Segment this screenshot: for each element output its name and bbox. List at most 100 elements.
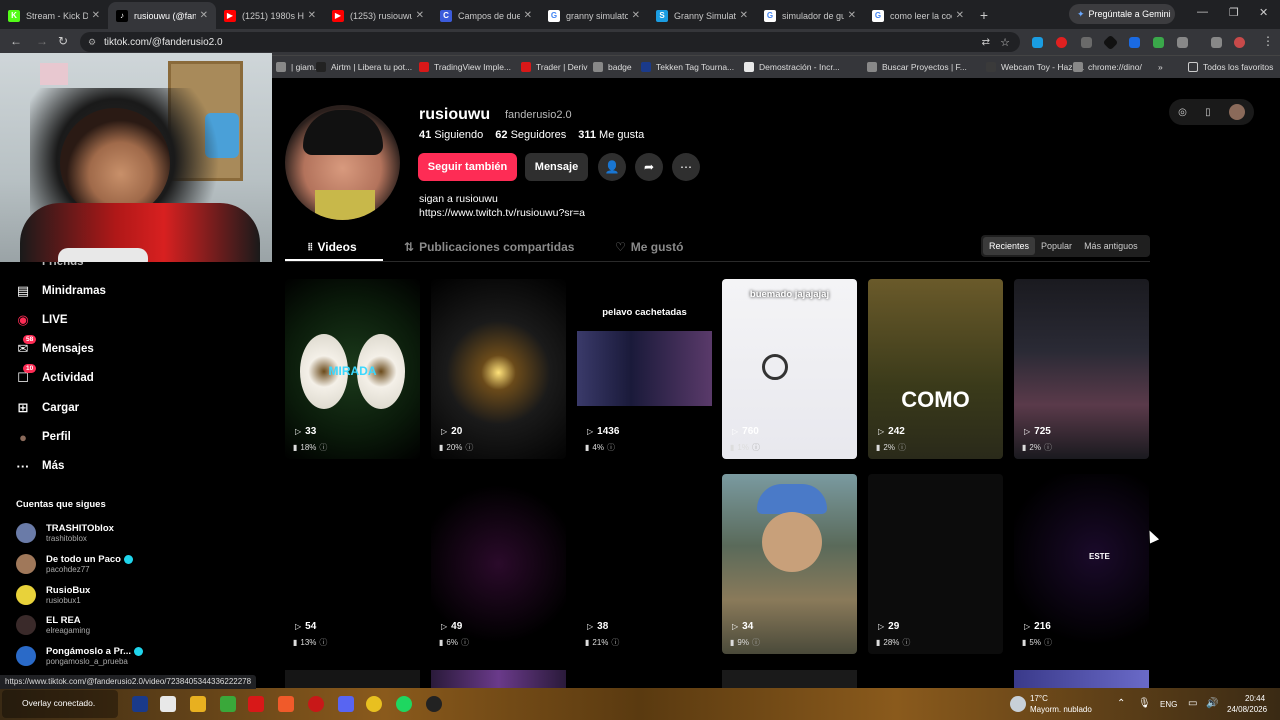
back-icon[interactable]: ← — [10, 34, 22, 48]
close-tab-icon[interactable]: ✕ — [200, 10, 208, 21]
bookmark-item[interactable]: badge — [593, 62, 632, 72]
share-button[interactable]: ➦ — [635, 153, 663, 181]
forward-icon[interactable]: → — [36, 34, 48, 48]
browser-tab[interactable]: ▶ (1251) 1980s Hyp ✕ — [216, 2, 324, 29]
volume-icon[interactable]: 🔊 — [1206, 698, 1218, 709]
close-tab-icon[interactable]: ✕ — [524, 10, 532, 21]
video-card[interactable]: buemado jajajajaj ▷ 760 ▮ 1% ⓘ — [722, 279, 857, 459]
browser-tab[interactable]: ♪ rusiouwu (@fanderusio2.0) ✕ — [108, 2, 216, 29]
tray-chevron-icon[interactable]: ⌃ — [1117, 698, 1125, 709]
bookmark-star-icon[interactable]: ☆ — [1000, 36, 1010, 49]
url-field[interactable]: ⚙ tiktok.com/@fanderusio2.0 ⇄ ☆ — [80, 32, 1020, 52]
compass-icon[interactable]: ◎ — [1178, 107, 1187, 118]
sidebar-item-actividad[interactable]: ☐ 10 Actividad — [14, 364, 94, 387]
bookmark-item[interactable]: Buscar Proyectos | F... — [867, 62, 967, 72]
calculator-icon[interactable] — [160, 696, 176, 712]
sidebar-item-mensajes[interactable]: ✉ 58 Mensajes — [14, 335, 94, 358]
video-card-partial[interactable] — [285, 670, 420, 688]
browser-tab[interactable]: ▶ (1253) rusiouwu ✕ — [324, 2, 432, 29]
deriv-icon[interactable] — [248, 696, 264, 712]
stat-megusta[interactable]: 311 Me gusta — [578, 129, 644, 141]
video-card-partial[interactable] — [722, 670, 857, 688]
bookmark-item[interactable]: TradingView Imple... — [419, 62, 511, 72]
minecraft-icon[interactable] — [220, 696, 236, 712]
video-card[interactable]: MIRADA ▷ 33 ▮ 18% ⓘ — [285, 279, 420, 459]
video-card-partial[interactable] — [431, 670, 566, 688]
sidebar-item-ms[interactable]: ··· Más — [14, 457, 65, 475]
close-tab-icon[interactable]: ✕ — [848, 10, 856, 21]
video-card[interactable]: ▷ 29 ▮ 28% ⓘ — [868, 474, 1003, 654]
extensions-puzzle-icon[interactable] — [1177, 37, 1188, 48]
sidebar-item-perfil[interactable]: ● Perfil — [14, 428, 71, 446]
following-account[interactable]: De todo un Paco pacohdez77 — [16, 554, 133, 574]
sort-popular[interactable]: Popular — [1035, 237, 1078, 255]
tab-liked[interactable]: ♡ Me gustó — [615, 240, 683, 254]
sort-recent[interactable]: Recientes — [983, 237, 1036, 255]
bookmark-item[interactable]: | giam... — [276, 62, 321, 72]
bookmark-item[interactable]: Trader | Deriv — [521, 62, 588, 72]
reload-icon[interactable]: ↻ — [58, 34, 68, 48]
sidebar-item-cargar[interactable]: ⊞ Cargar — [14, 399, 80, 417]
browser-tab[interactable]: Gcomo leer la coca ✕ — [864, 2, 972, 29]
file-explorer-icon[interactable] — [190, 696, 206, 712]
tab-shared-posts[interactable]: ⇅ Publicaciones compartidas — [404, 240, 574, 254]
stat-seguidores[interactable]: 62 Seguidores — [495, 129, 566, 141]
chrome-icon[interactable] — [366, 696, 382, 712]
following-account[interactable]: RusioBux rusiobux1 — [16, 585, 90, 605]
user-avatar-small-icon[interactable] — [1228, 104, 1245, 120]
video-card-partial[interactable] — [1014, 670, 1149, 688]
maximize-icon[interactable]: ❐ — [1229, 6, 1239, 19]
extension-icon[interactable] — [1081, 37, 1092, 48]
extension-icon[interactable] — [1056, 37, 1067, 48]
site-info-icon[interactable]: ⚙ — [88, 37, 96, 48]
brave-icon[interactable] — [278, 696, 294, 712]
tab-videos[interactable]: ⦙⦙ Videos — [308, 240, 357, 254]
all-bookmarks-button[interactable]: Todos los favoritos — [1188, 62, 1273, 72]
profile-avatar-icon[interactable] — [1234, 37, 1245, 48]
sidebar-item-live[interactable]: ◉ LIVE — [14, 311, 67, 329]
following-account[interactable]: EL REA elreagaming — [16, 615, 90, 635]
new-tab-button[interactable]: + — [972, 2, 996, 29]
following-account[interactable]: Pongámoslo a Pr... pongamoslo_a_prueba — [16, 646, 143, 666]
video-card[interactable]: ▷ 49 ▮ 6% ⓘ — [431, 474, 566, 654]
browser-tab[interactable]: Ggranny simulator ✕ — [540, 2, 648, 29]
video-card[interactable]: ▷ 54 ▮ 13% ⓘ — [285, 474, 420, 654]
discord-icon[interactable] — [338, 696, 354, 712]
following-account[interactable]: TRASHITOblox trashitoblox — [16, 523, 114, 543]
media-icon[interactable] — [1211, 37, 1222, 48]
close-tab-icon[interactable]: ✕ — [416, 10, 424, 21]
phone-icon[interactable]: ▯ — [1205, 107, 1211, 118]
opera-icon[interactable] — [308, 696, 324, 712]
spotify-icon[interactable] — [396, 696, 412, 712]
gemini-button[interactable]: ✦ Pregúntale a Gemini — [1069, 4, 1175, 24]
more-options-button[interactable]: ⋯ — [672, 153, 700, 181]
obs-icon[interactable] — [426, 696, 442, 712]
browser-tab[interactable]: S Granny Simulator ✕ — [648, 2, 756, 29]
close-tab-icon[interactable]: ✕ — [740, 10, 748, 21]
network-icon[interactable]: ▭ — [1188, 698, 1197, 709]
extension-icon[interactable] — [1102, 34, 1119, 51]
premiere-icon[interactable] — [132, 696, 148, 712]
video-card[interactable]: ▷ 20 ▮ 20% ⓘ — [431, 279, 566, 459]
bookmark-item[interactable]: Tekken Tag Tourna... — [641, 62, 734, 72]
translate-icon[interactable]: ⇄ — [982, 37, 990, 48]
language-indicator[interactable]: ENG — [1160, 700, 1177, 709]
close-tab-icon[interactable]: ✕ — [308, 10, 316, 21]
stat-siguiendo[interactable]: 41 Siguiendo — [419, 129, 483, 141]
browser-menu-icon[interactable]: ⋮ — [1262, 34, 1274, 48]
video-card[interactable]: ▷ 34 ▮ 9% ⓘ — [722, 474, 857, 654]
bookmark-item[interactable]: Demostración - Incr... — [744, 62, 840, 72]
bookmark-item[interactable]: Webcam Toy - Haz f... — [986, 62, 1084, 72]
close-tab-icon[interactable]: ✕ — [92, 10, 100, 21]
close-tab-icon[interactable]: ✕ — [632, 10, 640, 21]
browser-tab[interactable]: K Stream - Kick Da ✕ — [0, 2, 108, 29]
add-friend-button[interactable]: 👤 — [598, 153, 626, 181]
video-card[interactable]: COMO ▷ 242 ▮ 2% ⓘ — [868, 279, 1003, 459]
video-card[interactable]: pelavo cachetadas ▷ 1436 ▮ 4% ⓘ — [577, 279, 712, 459]
sidebar-item-minidramas[interactable]: ▤ Minidramas — [14, 282, 106, 300]
extension-icon[interactable] — [1032, 37, 1043, 48]
minimize-icon[interactable]: — — [1197, 6, 1208, 18]
follow-back-button[interactable]: Seguir también — [418, 153, 517, 181]
extension-icon[interactable] — [1129, 37, 1140, 48]
browser-tab[interactable]: Gsimulador de gua ✕ — [756, 2, 864, 29]
